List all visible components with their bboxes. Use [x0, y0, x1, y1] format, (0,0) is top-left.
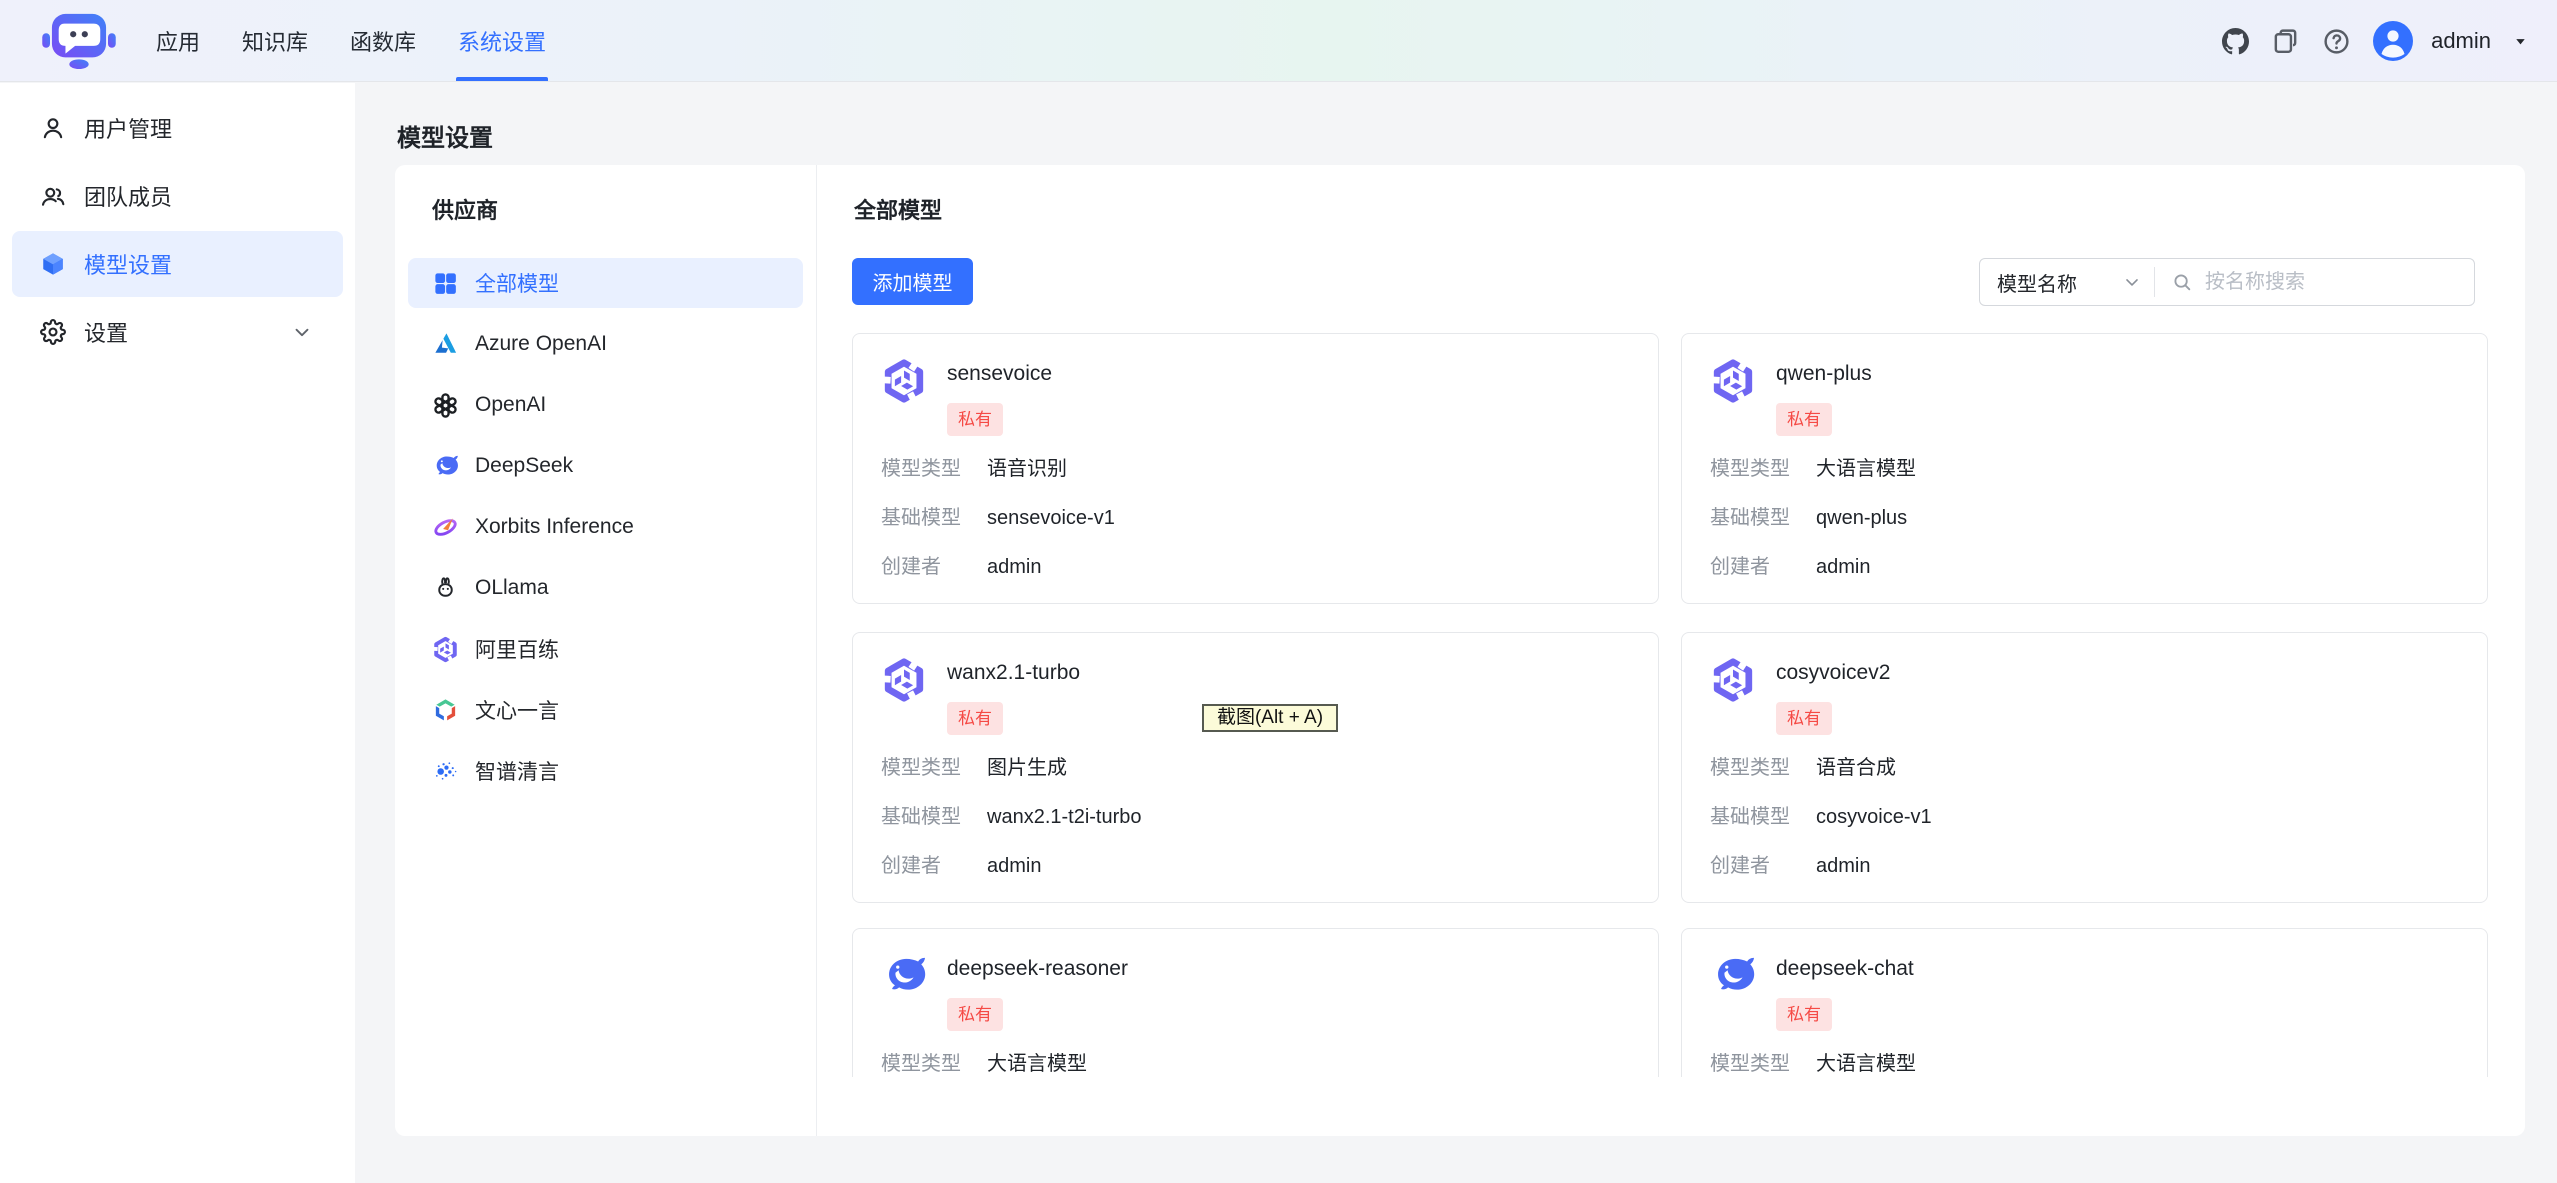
- docs-icon[interactable]: [2271, 27, 2300, 56]
- private-badge: 私有: [1776, 403, 1832, 436]
- model-type-row: 模型类型 语音识别: [853, 456, 1658, 482]
- creator-row: 创建者 admin: [1682, 554, 2487, 580]
- private-badge: 私有: [947, 403, 1003, 436]
- cube-icon: [40, 251, 66, 277]
- sidebar-item-settings[interactable]: 设置: [12, 299, 343, 365]
- model-card-sensevoice[interactable]: sensevoice 私有 模型类型 语音识别 基础模型 sensevoice-…: [852, 333, 1659, 604]
- help-icon[interactable]: [2322, 27, 2351, 56]
- topbar-right: admin: [2222, 0, 2528, 82]
- chevron-down-icon[interactable]: [291, 321, 313, 343]
- model-settings-panel: 供应商 全部模型 Azure OpenAI OpenAI DeepSeek: [395, 165, 2525, 1136]
- model-name: wanx2.1-turbo: [947, 661, 1080, 685]
- model-card-cosyvoice[interactable]: cosyvoicev2 私有 模型类型 语音合成 基础模型 cosyvoice-…: [1681, 632, 2488, 903]
- settings-sidebar: 用户管理 团队成员 模型设置 设置: [0, 83, 355, 1183]
- base-model-row: 基础模型 qwen-plus: [1682, 505, 2487, 531]
- robot-logo-icon: [40, 12, 118, 70]
- username[interactable]: admin: [2431, 28, 2491, 54]
- model-card-deepseek-chat[interactable]: deepseek-chat 私有 模型类型 大语言模型: [1681, 928, 2488, 1077]
- sidebar-item-user-management[interactable]: 用户管理: [12, 95, 343, 161]
- model-name: cosyvoicev2: [1776, 661, 1890, 685]
- model-card-wanx[interactable]: wanx2.1-turbo 私有 模型类型 图片生成 基础模型 wanx2.1-…: [852, 632, 1659, 903]
- private-badge: 私有: [947, 998, 1003, 1031]
- model-type-row: 模型类型 语音合成: [1682, 755, 2487, 781]
- sidebar-item-model-settings[interactable]: 模型设置: [12, 231, 343, 297]
- model-name: sensevoice: [947, 362, 1052, 386]
- creator-row: 创建者 admin: [853, 554, 1658, 580]
- base-model-row: 基础模型 cosyvoice-v1: [1682, 804, 2487, 830]
- gear-icon: [40, 319, 66, 345]
- user-icon: [40, 115, 66, 141]
- model-cards-area: sensevoice 私有 模型类型 语音识别 基础模型 sensevoice-…: [395, 165, 2525, 1077]
- team-icon: [40, 183, 66, 209]
- model-type-row: 模型类型 大语言模型: [1682, 456, 2487, 482]
- nav-item-knowledge[interactable]: 知识库: [242, 0, 308, 81]
- private-badge: 私有: [1776, 998, 1832, 1031]
- nav-item-system-settings[interactable]: 系统设置: [458, 0, 546, 81]
- bailian-icon: [881, 657, 927, 703]
- base-model-row: 基础模型 sensevoice-v1: [853, 505, 1658, 531]
- app-logo[interactable]: [40, 0, 118, 81]
- sidebar-item-label: 用户管理: [84, 112, 172, 144]
- caret-down-icon[interactable]: [2513, 34, 2528, 49]
- model-type-row: 模型类型 大语言模型: [1682, 1051, 2487, 1077]
- model-card-deepseek-reasoner[interactable]: deepseek-reasoner 私有 模型类型 大语言模型: [852, 928, 1659, 1077]
- model-card-qwen-plus[interactable]: qwen-plus 私有 模型类型 大语言模型 基础模型 qwen-plus 创…: [1681, 333, 2488, 604]
- sidebar-item-label: 设置: [84, 316, 128, 348]
- top-navbar: 应用 知识库 函数库 系统设置 admin: [0, 0, 2557, 82]
- private-badge: 私有: [1776, 702, 1832, 735]
- model-name: deepseek-reasoner: [947, 957, 1128, 981]
- bailian-icon: [1710, 657, 1756, 703]
- creator-row: 创建者 admin: [853, 853, 1658, 879]
- nav-item-functions[interactable]: 函数库: [350, 0, 416, 81]
- base-model-row: 基础模型 wanx2.1-t2i-turbo: [853, 804, 1658, 830]
- bailian-icon: [881, 358, 927, 404]
- app-window: 应用 知识库 函数库 系统设置 admin: [0, 0, 2557, 1183]
- sidebar-item-label: 模型设置: [84, 248, 172, 280]
- deepseek-icon: [1710, 953, 1756, 999]
- bailian-icon: [1710, 358, 1756, 404]
- deepseek-icon: [881, 953, 927, 999]
- nav-item-apps[interactable]: 应用: [156, 0, 200, 81]
- private-badge: 私有: [947, 702, 1003, 735]
- screenshot-tooltip: 截图(Alt + A): [1202, 704, 1338, 732]
- model-type-row: 模型类型 图片生成: [853, 755, 1658, 781]
- creator-row: 创建者 admin: [1682, 853, 2487, 879]
- github-icon[interactable]: [2222, 28, 2249, 55]
- avatar[interactable]: [2373, 21, 2413, 61]
- sidebar-item-label: 团队成员: [84, 180, 172, 212]
- model-name: qwen-plus: [1776, 362, 1872, 386]
- top-navigation: 应用 知识库 函数库 系统设置: [156, 0, 546, 81]
- page-title: 模型设置: [397, 118, 493, 153]
- model-name: deepseek-chat: [1776, 957, 1914, 981]
- model-type-row: 模型类型 大语言模型: [853, 1051, 1658, 1077]
- sidebar-item-team-members[interactable]: 团队成员: [12, 163, 343, 229]
